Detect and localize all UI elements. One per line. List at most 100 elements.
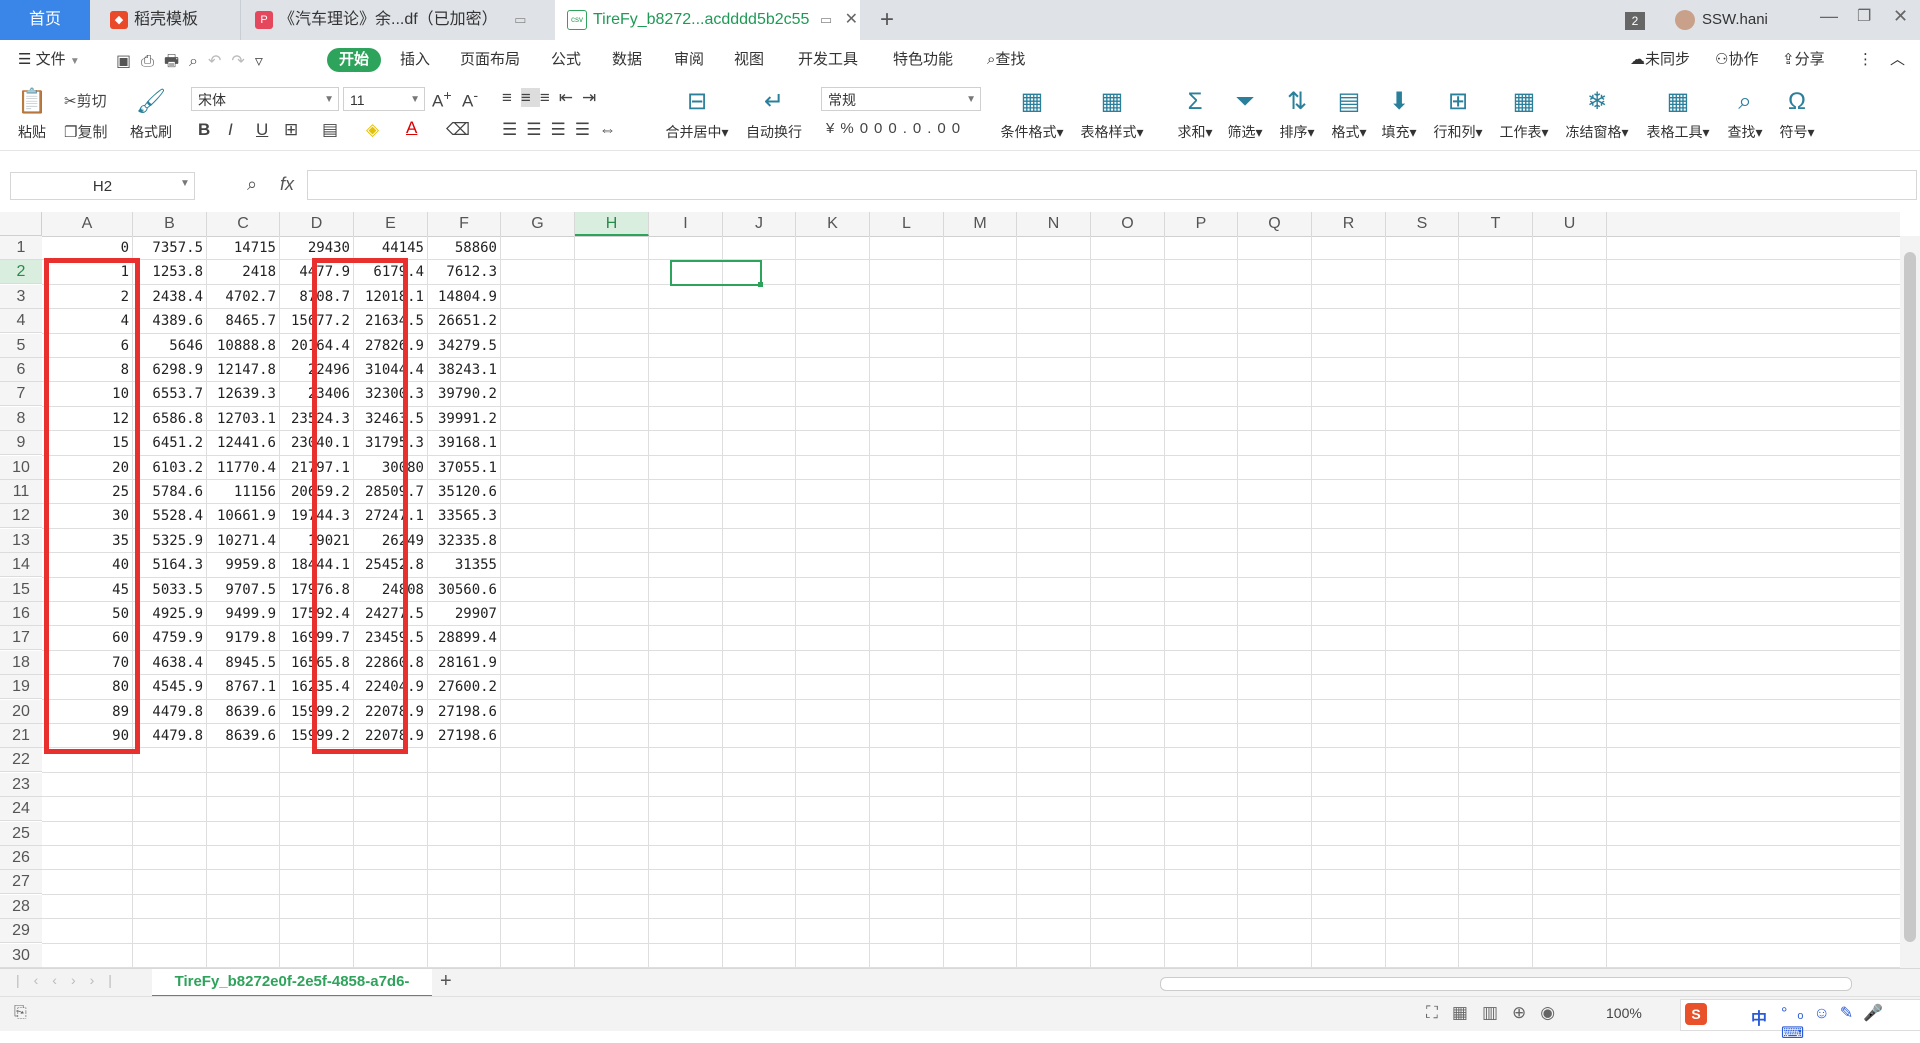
row-header-6[interactable]: 6 — [0, 358, 42, 382]
cell-f6[interactable]: 38243.1 — [428, 358, 501, 382]
name-box[interactable]: H2 — [10, 172, 195, 200]
add-sheet-button[interactable]: + — [440, 970, 452, 993]
format-button[interactable]: ▤ 格式▾ — [1328, 86, 1370, 142]
active-cell-selection[interactable] — [670, 260, 762, 286]
align-horizontal-group[interactable]: ☰☰☰☰⇔ — [502, 120, 625, 140]
cell-b20[interactable]: 4479.8 — [133, 700, 207, 724]
percent-icon[interactable]: % — [840, 120, 859, 137]
cell-f12[interactable]: 33565.3 — [428, 504, 501, 528]
number-format-select[interactable]: 常规 ▼ — [821, 87, 981, 111]
currency-icon[interactable]: ¥ — [826, 120, 840, 137]
align-right-icon[interactable]: ☰ — [551, 120, 575, 139]
view-mode-group[interactable]: ⛶▦▥⊕◉ — [1426, 1003, 1569, 1023]
cell-f10[interactable]: 37055.1 — [428, 456, 501, 480]
cell-c15[interactable]: 9707.5 — [207, 578, 280, 602]
cell-c18[interactable]: 8945.5 — [207, 651, 280, 675]
cell-b3[interactable]: 2438.4 — [133, 285, 207, 309]
align-left-icon[interactable]: ☰ — [502, 120, 526, 139]
border-icon[interactable]: ⊞ — [284, 120, 298, 140]
cell-b5[interactable]: 5646 — [133, 334, 207, 358]
ime-toolbar[interactable]: S 中 °ₒ☺✎🎤⌨ — [1680, 999, 1920, 1042]
clear-icon[interactable]: ⌫ — [446, 120, 470, 140]
close-tab-icon[interactable]: ✕ — [845, 11, 858, 28]
sync-button[interactable]: ☁未同步 — [1630, 48, 1690, 72]
column-header-f[interactable]: F — [428, 212, 501, 236]
cell-f16[interactable]: 29907 — [428, 602, 501, 626]
cell-c8[interactable]: 12703.1 — [207, 407, 280, 431]
cell-b1[interactable]: 7357.5 — [133, 236, 207, 260]
font-size-select[interactable]: 11 ▼ — [343, 87, 425, 111]
scroll-thumb[interactable] — [1904, 252, 1916, 942]
column-header-g[interactable]: G — [501, 212, 575, 236]
cell-b17[interactable]: 4759.9 — [133, 626, 207, 650]
cell-c16[interactable]: 9499.9 — [207, 602, 280, 626]
row-header-11[interactable]: 11 — [0, 480, 42, 504]
column-header-j[interactable]: J — [723, 212, 796, 236]
cell-f8[interactable]: 39991.2 — [428, 407, 501, 431]
cell-c19[interactable]: 8767.1 — [207, 675, 280, 699]
row-header-9[interactable]: 9 — [0, 431, 42, 455]
font-name-select[interactable]: 宋体 ▼ — [191, 87, 339, 111]
cell-b6[interactable]: 6298.9 — [133, 358, 207, 382]
cell-f21[interactable]: 27198.6 — [428, 724, 501, 748]
redo-icon[interactable]: ↷ — [231, 53, 254, 70]
column-header-l[interactable]: L — [870, 212, 944, 236]
merge-center-button[interactable]: ⊟ 合并居中▾ — [660, 86, 734, 142]
align-top-group[interactable]: ≡≡≡⇤⇥ — [502, 88, 605, 108]
row-header-5[interactable]: 5 — [0, 334, 42, 358]
fx-icon[interactable]: fx — [280, 174, 294, 195]
increase-decimal-icon[interactable]: .0 — [903, 120, 928, 137]
bold-icon[interactable]: B — [198, 120, 210, 140]
cell-c13[interactable]: 10271.4 — [207, 529, 280, 553]
sheet-tab-active[interactable]: TireFy_b8272e0f-2e5f-4858-a7d6- — [152, 969, 432, 997]
new-tab-button[interactable]: + — [880, 6, 894, 34]
thousands-icon[interactable]: 000 — [860, 120, 903, 137]
fill-button[interactable]: ⬇ 填充▾ — [1378, 86, 1420, 142]
fill-handle[interactable] — [758, 282, 763, 287]
row-header-7[interactable]: 7 — [0, 382, 42, 406]
decrease-font-icon[interactable]: A- — [462, 88, 478, 112]
zoom-level[interactable]: 100% — [1606, 1005, 1642, 1021]
indent-decrease-icon[interactable]: ⇤ — [559, 88, 582, 107]
underline-icon[interactable]: U — [256, 120, 268, 140]
row-header-3[interactable]: 3 — [0, 285, 42, 309]
cell-style-icon[interactable]: ▤ — [322, 120, 338, 140]
zoom-formula-icon[interactable]: ⌕ — [247, 174, 257, 195]
column-header-b[interactable]: B — [133, 212, 207, 236]
cell-b8[interactable]: 6586.8 — [133, 407, 207, 431]
tab-template[interactable]: ◆ 稻壳模板 — [96, 0, 234, 40]
cell-b4[interactable]: 4389.6 — [133, 309, 207, 333]
row-header-26[interactable]: 26 — [0, 846, 42, 870]
row-header-19[interactable]: 19 — [0, 675, 42, 699]
column-header-u[interactable]: U — [1533, 212, 1607, 236]
cell-b10[interactable]: 6103.2 — [133, 456, 207, 480]
cell-f3[interactable]: 14804.9 — [428, 285, 501, 309]
cell-c4[interactable]: 8465.7 — [207, 309, 280, 333]
reading-mode-icon[interactable]: ⊕ — [1512, 1003, 1540, 1022]
row-header-20[interactable]: 20 — [0, 700, 42, 724]
cell-c14[interactable]: 9959.8 — [207, 553, 280, 577]
quick-access-toolbar[interactable]: ▣⎙🖶⌕↶↷▿ — [116, 50, 273, 77]
menu-review[interactable]: 审阅 — [674, 48, 704, 72]
cell-f18[interactable]: 28161.9 — [428, 651, 501, 675]
menu-formula[interactable]: 公式 — [551, 48, 581, 72]
cell-c3[interactable]: 4702.7 — [207, 285, 280, 309]
macro-record-icon[interactable]: ⎘ — [14, 1004, 27, 1022]
column-header-s[interactable]: S — [1386, 212, 1459, 236]
more-icon[interactable]: ⋮ — [1858, 48, 1873, 72]
cell-c10[interactable]: 11770.4 — [207, 456, 280, 480]
cell-f7[interactable]: 39790.2 — [428, 382, 501, 406]
cell-f15[interactable]: 30560.6 — [428, 578, 501, 602]
tab-csv-active[interactable]: csv TireFy_b8272...acdddd5b2c55 ▭ ✕ — [555, 0, 860, 40]
column-header-m[interactable]: M — [944, 212, 1017, 236]
cell-b9[interactable]: 6451.2 — [133, 431, 207, 455]
cell-c17[interactable]: 9179.8 — [207, 626, 280, 650]
justify-icon[interactable]: ☰ — [575, 120, 599, 139]
column-header-d[interactable]: D — [280, 212, 354, 236]
freeze-panes-button[interactable]: ❄ 冻结窗格▾ — [1562, 86, 1632, 142]
cell-f9[interactable]: 39168.1 — [428, 431, 501, 455]
cell-b13[interactable]: 5325.9 — [133, 529, 207, 553]
row-header-23[interactable]: 23 — [0, 773, 42, 797]
row-header-28[interactable]: 28 — [0, 895, 42, 919]
cell-c11[interactable]: 11156 — [207, 480, 280, 504]
